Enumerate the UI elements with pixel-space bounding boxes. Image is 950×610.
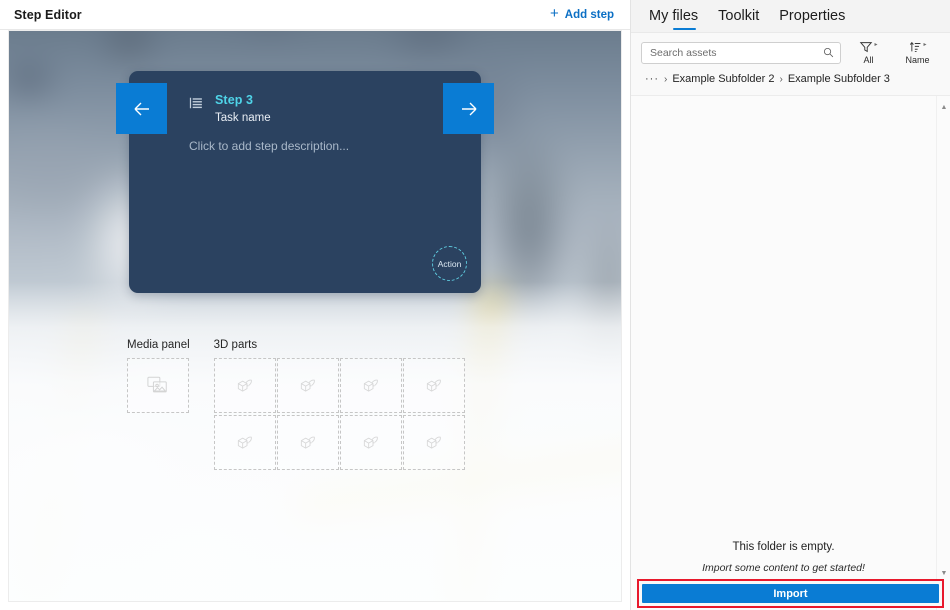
sort-ascending-icon bbox=[908, 40, 922, 54]
sort-label: Name bbox=[905, 55, 929, 65]
editor-canvas: Step 3 Task name Click to add step descr… bbox=[8, 30, 622, 602]
3d-cube-icon bbox=[235, 433, 255, 453]
media-panel-slot[interactable] bbox=[127, 358, 189, 413]
import-highlight: Import bbox=[637, 579, 944, 609]
empty-state-subtitle: Import some content to get started! bbox=[631, 562, 936, 574]
3d-cube-icon bbox=[298, 433, 318, 453]
tab-toolkit[interactable]: Toolkit bbox=[718, 6, 759, 26]
scroll-up-button[interactable]: ▲ bbox=[937, 100, 950, 114]
breadcrumb-separator: › bbox=[664, 74, 667, 85]
images-icon bbox=[147, 376, 169, 395]
step-editor-panel: Step Editor + Add step bbox=[0, 0, 630, 610]
breadcrumb-item-2[interactable]: Example Subfolder 3 bbox=[788, 73, 890, 85]
add-step-button[interactable]: + Add step bbox=[550, 7, 614, 22]
sort-button[interactable]: ▸ Name bbox=[896, 40, 939, 65]
3d-parts-grid bbox=[214, 358, 465, 470]
3d-part-slot[interactable] bbox=[214, 415, 276, 470]
breadcrumb-item-1[interactable]: Example Subfolder 2 bbox=[672, 73, 774, 85]
breadcrumb-overflow[interactable]: ··· bbox=[645, 73, 659, 85]
previous-step-button[interactable] bbox=[116, 83, 167, 134]
filter-label: All bbox=[863, 55, 873, 65]
search-input[interactable] bbox=[650, 47, 818, 59]
3d-cube-icon bbox=[361, 376, 381, 396]
filter-button[interactable]: ▸ All bbox=[847, 40, 890, 65]
tab-my-files[interactable]: My files bbox=[649, 6, 698, 26]
3d-parts-label: 3D parts bbox=[214, 339, 465, 351]
breadcrumb-separator: › bbox=[779, 74, 782, 85]
step-editor-header: Step Editor + Add step bbox=[0, 0, 630, 30]
3d-cube-icon bbox=[235, 376, 255, 396]
3d-cube-icon bbox=[361, 433, 381, 453]
chevron-right-icon: ▸ bbox=[874, 40, 877, 50]
my-files-body: ▸ All ▸ Name ··· › bbox=[631, 32, 950, 610]
assets-toolbar: ▸ All ▸ Name bbox=[631, 33, 950, 71]
step-card[interactable]: Step 3 Task name Click to add step descr… bbox=[129, 71, 481, 293]
3d-cube-icon bbox=[424, 376, 444, 396]
breadcrumb: ··· › Example Subfolder 2 › Example Subf… bbox=[631, 71, 950, 85]
media-panel-group: Media panel bbox=[127, 339, 190, 470]
3d-part-slot[interactable] bbox=[403, 415, 465, 470]
assets-panel: My files Toolkit Properties bbox=[630, 0, 950, 610]
task-name-label[interactable]: Task name bbox=[215, 110, 271, 126]
arrow-left-icon bbox=[130, 97, 154, 121]
import-button[interactable]: Import bbox=[642, 584, 939, 603]
3d-part-slot[interactable] bbox=[277, 358, 339, 413]
3d-cube-icon bbox=[424, 433, 444, 453]
action-button[interactable]: Action bbox=[432, 246, 467, 281]
3d-part-slot[interactable] bbox=[403, 358, 465, 413]
file-list: This folder is empty. Import some conten… bbox=[631, 95, 950, 610]
step-header: Step 3 Task name bbox=[189, 93, 271, 126]
step-description-field[interactable]: Click to add step description... bbox=[189, 139, 349, 153]
app-window: Step Editor + Add step bbox=[0, 0, 950, 610]
funnel-icon bbox=[859, 40, 873, 54]
page-title: Step Editor bbox=[14, 8, 82, 22]
chevron-right-icon: ▸ bbox=[923, 40, 926, 50]
arrow-right-icon bbox=[457, 97, 481, 121]
media-panel-label: Media panel bbox=[127, 339, 190, 351]
search-box[interactable] bbox=[641, 42, 841, 64]
3d-cube-icon bbox=[298, 376, 318, 396]
list-icon bbox=[189, 96, 203, 110]
asset-area: Media panel 3D parts bbox=[127, 339, 465, 470]
3d-part-slot[interactable] bbox=[277, 415, 339, 470]
empty-state: This folder is empty. Import some conten… bbox=[631, 541, 936, 574]
add-step-label: Add step bbox=[565, 9, 614, 21]
plus-icon: + bbox=[550, 6, 559, 21]
action-label: Action bbox=[438, 259, 462, 269]
3d-parts-group: 3D parts bbox=[214, 339, 465, 470]
file-list-scrollbar[interactable]: ▲ ▼ bbox=[936, 96, 950, 610]
panel-tabs: My files Toolkit Properties bbox=[631, 0, 950, 32]
3d-part-slot[interactable] bbox=[340, 415, 402, 470]
3d-part-slot[interactable] bbox=[340, 358, 402, 413]
tab-properties[interactable]: Properties bbox=[779, 6, 845, 26]
next-step-button[interactable] bbox=[443, 83, 494, 134]
3d-part-slot[interactable] bbox=[214, 358, 276, 413]
search-icon bbox=[823, 47, 834, 58]
step-number-label: Step 3 bbox=[215, 93, 271, 108]
empty-state-title: This folder is empty. bbox=[631, 541, 936, 553]
